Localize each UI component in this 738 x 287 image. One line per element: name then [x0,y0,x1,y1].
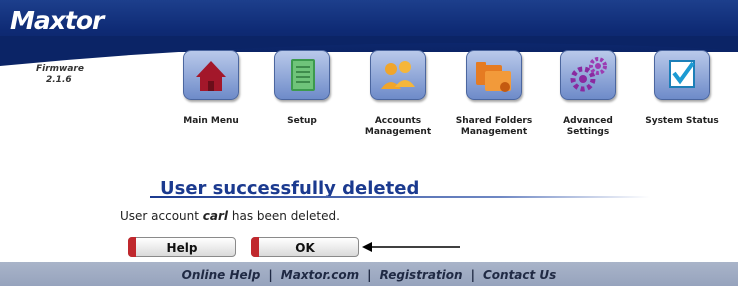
maxtor-logo: Maxtor [10,6,104,35]
message-prefix: User account [120,209,203,223]
ok-button[interactable]: OK [251,237,359,257]
nav-advanced-settings[interactable]: Advanced Settings [543,50,633,138]
message-suffix: has been deleted. [228,209,340,223]
nav-system-status[interactable]: System Status [637,50,727,127]
footer-link-registration[interactable]: Registration [372,268,471,282]
gears-icon [560,50,616,100]
help-button[interactable]: Help [128,237,236,257]
firmware-info: Firmware 2.1.6 [36,64,84,86]
nav-label-advanced-settings: Advanced Settings [563,116,613,137]
ok-button-stripe [251,237,259,257]
setup-book-icon [274,50,330,100]
home-icon [183,50,239,100]
checkbox-status-icon [654,50,710,100]
nav-setup[interactable]: Setup [257,50,347,127]
nav-main-menu[interactable]: Main Menu [166,50,256,127]
deleted-username: carl [202,209,229,223]
footer-link-contact-us[interactable]: Contact Us [475,268,564,282]
nav-label-main-menu: Main Menu [183,116,239,126]
nav-label-system-status: System Status [645,116,719,126]
shared-folders-icon [466,50,522,100]
footer-bar: Online Help | Maxtor.com | Registration | Cont… [0,262,738,286]
arrow-left-icon [362,242,460,252]
nav-accounts-management[interactable]: Accounts Management [353,50,443,138]
status-message: User account carl has been deleted. [120,209,340,223]
footer-link-online-help[interactable]: Online Help [174,268,269,282]
accounts-users-icon [370,50,426,100]
ok-button-label: OK [295,241,315,255]
nav-shared-folders-management[interactable]: Shared Folders Management [449,50,539,138]
nav-label-setup: Setup [287,116,317,126]
firmware-version: 2.1.6 [46,75,72,85]
nav-label-shared-folders: Shared Folders Management [455,116,533,137]
help-button-stripe [128,237,136,257]
nav-label-accounts-management: Accounts Management [364,116,432,137]
help-button-label: Help [166,241,198,255]
title-underline [150,196,650,198]
firmware-label: Firmware [36,64,84,74]
footer-link-maxtor[interactable]: Maxtor.com [273,268,367,282]
footer-separator: | [367,268,372,282]
